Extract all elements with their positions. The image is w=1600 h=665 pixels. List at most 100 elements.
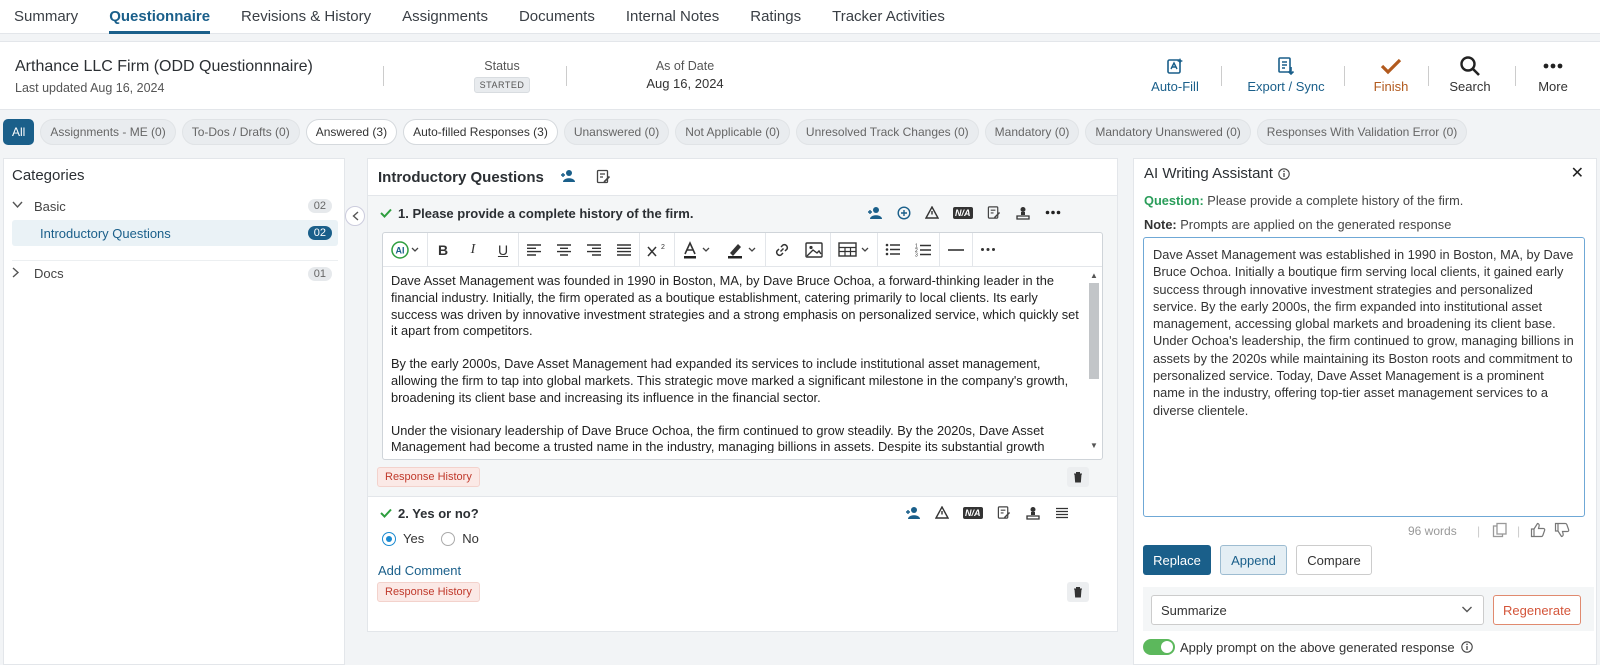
assign-user-icon[interactable] bbox=[905, 506, 921, 520]
export-icon bbox=[1277, 54, 1295, 78]
more-dots-icon[interactable] bbox=[1045, 210, 1061, 215]
bullet-list-icon[interactable] bbox=[878, 233, 908, 267]
filter-unanswered[interactable]: Unanswered (0) bbox=[563, 119, 670, 145]
replace-button[interactable]: Replace bbox=[1143, 545, 1211, 575]
warning-icon[interactable] bbox=[935, 506, 949, 519]
as-of-date-label: As of Date bbox=[655, 59, 715, 73]
tab-questionnaire[interactable]: Questionnaire bbox=[109, 0, 210, 34]
tab-internal-notes[interactable]: Internal Notes bbox=[626, 0, 719, 34]
search-button[interactable]: Search bbox=[1444, 54, 1496, 98]
table-icon[interactable] bbox=[831, 233, 877, 267]
prompt-select[interactable]: Summarize bbox=[1151, 595, 1484, 625]
italic-icon[interactable]: I bbox=[458, 233, 488, 267]
info-icon[interactable] bbox=[1460, 641, 1473, 653]
numbered-list-icon[interactable]: 123 bbox=[908, 233, 939, 267]
finish-button[interactable]: Finish bbox=[1362, 54, 1420, 98]
filter-not-applicable[interactable]: Not Applicable (0) bbox=[675, 119, 790, 145]
align-left-icon[interactable] bbox=[519, 233, 549, 267]
tab-ratings[interactable]: Ratings bbox=[750, 0, 801, 34]
word-count: 96 words bbox=[1408, 524, 1457, 538]
delete-button[interactable] bbox=[1067, 582, 1089, 602]
more-button[interactable]: More bbox=[1530, 54, 1576, 98]
compare-button[interactable]: Compare bbox=[1296, 545, 1372, 575]
align-justify-icon[interactable] bbox=[609, 233, 639, 267]
close-icon[interactable]: ✕ bbox=[1571, 163, 1584, 183]
collapse-panel-button[interactable] bbox=[345, 206, 365, 226]
append-button[interactable]: Append bbox=[1220, 545, 1287, 575]
info-icon[interactable] bbox=[1278, 167, 1290, 180]
divider bbox=[566, 66, 567, 86]
check-icon bbox=[380, 206, 392, 221]
thumbs-up-icon[interactable] bbox=[1530, 522, 1546, 541]
regenerate-button[interactable]: Regenerate bbox=[1493, 595, 1581, 625]
ai-assist-button[interactable]: AI bbox=[383, 233, 427, 267]
tab-documents[interactable]: Documents bbox=[519, 0, 595, 34]
more-dots-icon[interactable] bbox=[973, 233, 1003, 267]
superscript-icon[interactable]: 2 bbox=[640, 233, 674, 267]
rich-text-editor[interactable]: AI B I U 2 1 2 3 Dave Asset Management w… bbox=[382, 232, 1103, 460]
warning-icon[interactable] bbox=[925, 206, 939, 219]
scroll-thumb[interactable] bbox=[1089, 283, 1099, 379]
category-count: 02 bbox=[307, 199, 332, 213]
delete-button[interactable] bbox=[1067, 467, 1089, 487]
edit-notes-icon[interactable] bbox=[596, 169, 611, 187]
category-docs[interactable]: Docs 01 bbox=[12, 260, 338, 286]
generated-response-textarea[interactable]: Dave Asset Management was established in… bbox=[1143, 237, 1585, 517]
paragraph: Dave Asset Management was founded in 199… bbox=[391, 273, 1079, 339]
not-applicable-icon[interactable]: N/A bbox=[953, 206, 973, 219]
auto-fill-button[interactable]: Auto-Fill bbox=[1142, 54, 1208, 98]
assign-user-icon[interactable] bbox=[560, 169, 576, 186]
hand-stamp-icon[interactable] bbox=[1025, 506, 1041, 520]
edit-notes-icon[interactable] bbox=[997, 505, 1011, 520]
tab-assignments[interactable]: Assignments bbox=[402, 0, 488, 34]
not-applicable-icon[interactable]: N/A bbox=[963, 506, 983, 519]
filter-answered[interactable]: Answered (3) bbox=[305, 119, 398, 145]
scroll-up-icon[interactable]: ▲ bbox=[1088, 271, 1100, 281]
add-circle-icon[interactable] bbox=[897, 205, 911, 220]
response-history-button[interactable]: Response History bbox=[377, 467, 480, 487]
editor-scrollbar[interactable]: ▲ ▼ bbox=[1088, 271, 1100, 451]
ai-note: Note: Prompts are applied on the generat… bbox=[1144, 217, 1451, 232]
filter-mandatory[interactable]: Mandatory (0) bbox=[984, 119, 1080, 145]
edit-notes-icon[interactable] bbox=[987, 205, 1001, 220]
filter-auto-filled[interactable]: Auto-filled Responses (3) bbox=[403, 119, 558, 145]
yes-radio[interactable] bbox=[382, 531, 396, 546]
no-radio[interactable] bbox=[441, 531, 456, 546]
editor-content[interactable]: Dave Asset Management was founded in 199… bbox=[391, 273, 1081, 453]
align-right-icon[interactable] bbox=[579, 233, 609, 267]
thumbs-down-icon[interactable] bbox=[1554, 522, 1570, 541]
questionnaire-header: Arthance LLC Firm (ODD Questionnnaire) L… bbox=[0, 41, 1600, 110]
text-color-icon[interactable] bbox=[675, 233, 719, 267]
hand-stamp-icon[interactable] bbox=[1015, 206, 1031, 220]
filter-unresolved-track-changes[interactable]: Unresolved Track Changes (0) bbox=[795, 119, 979, 145]
highlight-icon[interactable] bbox=[719, 233, 765, 267]
scroll-down-icon[interactable]: ▼ bbox=[1088, 441, 1100, 451]
filter-assignments-me[interactable]: Assignments - ME (0) bbox=[40, 119, 176, 145]
filter-validation-error[interactable]: Responses With Validation Error (0) bbox=[1256, 119, 1468, 145]
tab-tracker-activities[interactable]: Tracker Activities bbox=[832, 0, 945, 34]
divider: | bbox=[1517, 524, 1521, 538]
horizontal-rule-icon[interactable] bbox=[940, 233, 972, 267]
tab-summary[interactable]: Summary bbox=[14, 0, 78, 34]
tab-revisions-history[interactable]: Revisions & History bbox=[241, 0, 371, 34]
link-icon[interactable] bbox=[766, 233, 798, 267]
image-icon[interactable] bbox=[798, 233, 830, 267]
align-center-icon[interactable] bbox=[549, 233, 579, 267]
list-lines-icon[interactable] bbox=[1055, 507, 1069, 519]
bold-icon[interactable]: B bbox=[428, 233, 458, 267]
filter-todos-drafts[interactable]: To-Dos / Drafts (0) bbox=[181, 119, 300, 145]
copy-icon[interactable] bbox=[1492, 522, 1508, 541]
apply-prompt-toggle[interactable] bbox=[1143, 639, 1175, 655]
category-label: Basic bbox=[34, 198, 66, 214]
response-history-button[interactable]: Response History bbox=[377, 582, 480, 602]
filter-all[interactable]: All bbox=[3, 119, 35, 145]
assign-user-icon[interactable] bbox=[867, 206, 883, 220]
category-introductory-questions[interactable]: Introductory Questions 02 bbox=[12, 220, 338, 246]
filter-mandatory-unanswered[interactable]: Mandatory Unanswered (0) bbox=[1085, 119, 1251, 145]
export-sync-button[interactable]: Export / Sync bbox=[1240, 54, 1332, 98]
underline-icon[interactable]: U bbox=[488, 233, 518, 267]
apply-prompt-label: Apply prompt on the above generated resp… bbox=[1180, 639, 1455, 655]
ai-question: Question: Please provide a complete hist… bbox=[1144, 193, 1463, 208]
add-comment-link[interactable]: Add Comment bbox=[378, 563, 461, 578]
category-basic[interactable]: Basic 02 bbox=[12, 193, 338, 219]
